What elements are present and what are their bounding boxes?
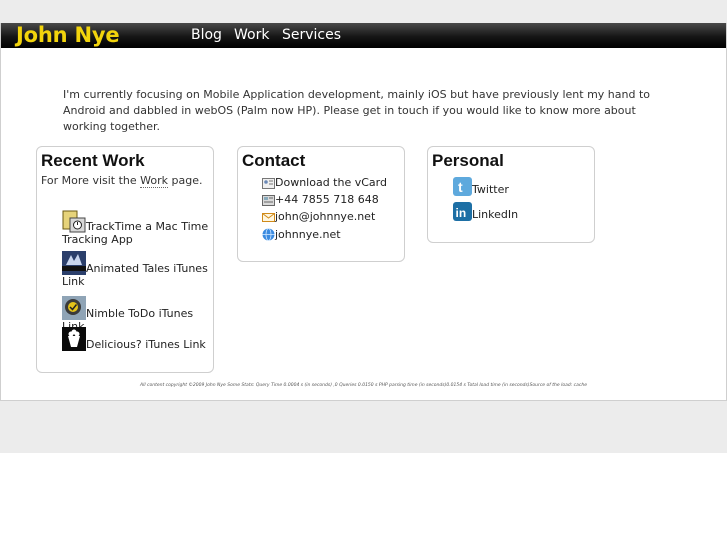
nav-blog[interactable]: Blog: [191, 23, 222, 48]
email-icon: [262, 213, 275, 222]
contact-label: john@johnnye.net: [275, 210, 376, 223]
recent-work-subtitle: For More visit the Work page.: [41, 174, 203, 188]
contact-card: Contact Download the vCard +44 7855 718 …: [237, 146, 405, 262]
intro-text: I'm currently focusing on Mobile Applica…: [63, 88, 650, 133]
bottom-background: [0, 401, 727, 453]
work-item-animated-tales[interactable]: Animated Tales iTunes Link: [62, 251, 212, 288]
more-suffix: page.: [168, 174, 203, 187]
nav-services[interactable]: Services: [282, 23, 341, 48]
vcard-icon: [262, 178, 275, 189]
animated-tales-app-icon: [62, 251, 86, 275]
personal-label: Twitter: [472, 183, 509, 196]
page-container: John Nye Blog Work Services I'm currentl…: [0, 23, 727, 401]
recent-work-card: Recent Work For More visit the Work page…: [36, 146, 214, 373]
delicious-app-icon: [62, 327, 86, 351]
personal-card: Personal t Twitter in LinkedIn: [427, 146, 595, 243]
contact-vcard[interactable]: Download the vCard: [262, 176, 387, 189]
contact-label: johnnye.net: [275, 228, 341, 241]
personal-twitter[interactable]: t Twitter: [453, 177, 509, 196]
contact-phone[interactable]: +44 7855 718 648: [262, 193, 379, 206]
phone-icon: [262, 195, 275, 206]
personal-title: Personal: [432, 151, 504, 170]
nav-work[interactable]: Work: [234, 23, 269, 48]
footer-text: All content copyright ©2009 John Nye Som…: [140, 383, 587, 388]
recent-work-title: Recent Work: [41, 151, 145, 170]
contact-label: Download the vCard: [275, 176, 387, 189]
svg-text:in: in: [456, 206, 467, 220]
navbar: John Nye Blog Work Services: [1, 23, 726, 48]
globe-icon: [262, 228, 275, 241]
top-background: [0, 0, 727, 23]
personal-linkedin[interactable]: in LinkedIn: [453, 202, 518, 221]
contact-title: Contact: [242, 151, 306, 170]
work-item-tracktime[interactable]: TrackTime a Mac Time Tracking App: [62, 209, 212, 246]
personal-label: LinkedIn: [472, 208, 519, 221]
tracktime-app-icon: [62, 210, 86, 233]
more-prefix: For More visit the: [41, 174, 141, 187]
site-brand[interactable]: John Nye: [16, 23, 120, 48]
contact-label: +44 7855 718 648: [275, 193, 379, 206]
work-item-label: Delicious? iTunes Link: [86, 338, 206, 351]
work-item-delicious[interactable]: Delicious? iTunes Link: [62, 327, 212, 351]
nimble-todo-app-icon: [62, 296, 86, 320]
svg-text:t: t: [458, 179, 463, 195]
contact-website[interactable]: johnnye.net: [262, 228, 341, 241]
linkedin-icon: in: [453, 202, 472, 221]
contact-email[interactable]: john@johnnye.net: [262, 210, 375, 223]
twitter-icon: t: [453, 177, 472, 196]
work-page-link[interactable]: Work: [140, 174, 169, 188]
